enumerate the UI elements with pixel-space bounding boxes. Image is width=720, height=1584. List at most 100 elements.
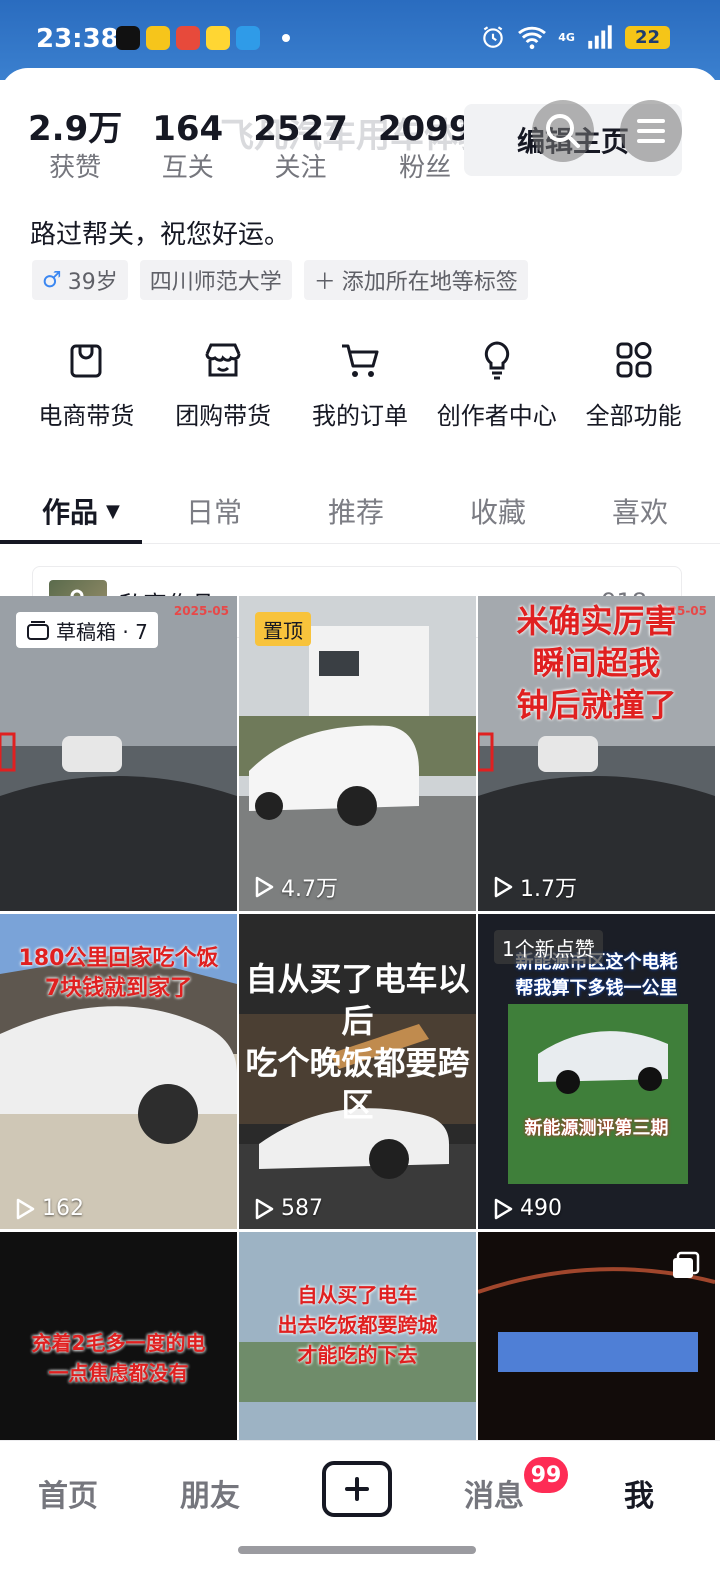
app-notification-icon: [176, 26, 200, 50]
app-notification-icon: [146, 26, 170, 50]
stat-label: 粉丝: [399, 153, 452, 183]
tab-favorites[interactable]: 收藏: [470, 478, 526, 544]
messages-badge: 99: [524, 1457, 568, 1493]
feature-creator-center[interactable]: 创作者中心: [428, 338, 565, 431]
home-indicator: [238, 1546, 476, 1554]
grid-apps-icon: [616, 342, 652, 378]
view-count: 587: [253, 1196, 323, 1221]
tiktok-icon: [116, 26, 140, 50]
status-right: 4G 22: [480, 24, 670, 50]
nav-home[interactable]: 首页: [38, 1471, 98, 1515]
tab-label: 收藏: [470, 496, 527, 529]
lightbulb-icon: [484, 341, 509, 380]
profile-bio: 路过帮关，祝您好运。: [30, 220, 291, 250]
video-caption: 自从买了电车以后 吃个晚饭都要跨区: [245, 960, 470, 1124]
cart-icon: [341, 344, 379, 377]
drafts-badge[interactable]: 草稿箱 · 7: [16, 612, 158, 648]
app-notification-icon: [206, 26, 230, 50]
new-like-badge: 1个新点赞: [494, 930, 603, 964]
feature-group-buy[interactable]: 团购带货: [155, 338, 292, 431]
view-count-value: 4.7万: [281, 877, 338, 902]
view-count: 162: [14, 1196, 84, 1221]
alarm-icon: [483, 26, 503, 48]
profile-tags: ♂ 39岁 四川师范大学 ＋ 添加所在地等标签: [32, 260, 528, 300]
play-icon: [494, 1198, 513, 1219]
nav-friends[interactable]: 朋友: [180, 1471, 240, 1515]
view-count-value: 587: [281, 1196, 323, 1221]
battery-level: 22: [624, 25, 670, 49]
tag-school[interactable]: 四川师范大学: [139, 260, 292, 300]
feature-label: 团购带货: [175, 402, 272, 430]
tab-likes[interactable]: 喜欢: [612, 478, 668, 544]
stat-mutual[interactable]: 164 互关: [152, 108, 223, 186]
shopping-bag-icon: [70, 344, 102, 378]
stat-following[interactable]: 2527 关注: [253, 108, 348, 186]
active-tab-indicator: [0, 540, 142, 544]
stat-value: 2.9万: [28, 109, 123, 149]
tab-label: 作品: [42, 496, 99, 529]
status-time: 23:38: [36, 24, 119, 54]
video-tile[interactable]: 置顶 4.7万: [239, 596, 476, 911]
play-icon: [255, 1198, 274, 1219]
drafts-label: 草稿箱 · 7: [56, 619, 148, 644]
feature-shortcuts: 电商带货 团购带货 我的订单 创作者中心 全部功能: [18, 338, 702, 431]
play-icon: [255, 876, 274, 898]
view-count: 490: [492, 1196, 562, 1221]
video-tile[interactable]: 自从买了电车以后 吃个晚饭都要跨区 587: [239, 914, 476, 1229]
video-tile[interactable]: 180公里回家吃个饭 7块钱就到家了 162: [0, 914, 237, 1229]
video-tile[interactable]: 新能源市区这个电耗 帮我算下多钱一公里 新能源测评第三期 1个新点赞 490: [478, 914, 715, 1229]
tab-label: 日常: [186, 496, 243, 529]
video-tile[interactable]: 2025-05 草稿箱 · 7: [0, 596, 237, 911]
tab-daily[interactable]: 日常: [186, 478, 242, 544]
view-count: 1.7万: [492, 871, 577, 903]
tab-label: 喜欢: [612, 496, 669, 529]
video-date: 2025-05: [173, 604, 229, 618]
caret-down-icon: ▼: [106, 500, 120, 522]
nav-me[interactable]: 我: [624, 1471, 654, 1515]
tab-works[interactable]: 作品 ▼: [42, 478, 120, 544]
search-button[interactable]: [532, 100, 594, 162]
video-caption: 180公里回家吃个饭 7块钱就到家了: [18, 946, 219, 1001]
tag-add-label: 添加所在地等标签: [341, 270, 518, 295]
view-count-value: 1.7万: [520, 877, 577, 902]
signal-icon: [588, 25, 612, 49]
view-count-value: 162: [42, 1196, 84, 1221]
video-subcaption: 新能源测评第三期: [524, 1118, 669, 1139]
drafts-icon: [27, 621, 49, 640]
tab-recommended[interactable]: 推荐: [328, 478, 384, 544]
feature-label: 电商带货: [38, 402, 135, 430]
feature-ecommerce[interactable]: 电商带货: [18, 338, 155, 431]
tag-age-label: 39岁: [67, 270, 118, 295]
pinned-badge: 置顶: [255, 612, 311, 646]
play-icon: [494, 876, 513, 898]
multi-image-icon: [673, 1251, 700, 1278]
tag-add[interactable]: ＋ 添加所在地等标签: [303, 260, 528, 300]
stat-followers[interactable]: 2099 粉丝: [378, 108, 473, 186]
profile-stats: 2.9万 获赞 164 互关 2527 关注 2099 粉丝: [28, 108, 503, 186]
video-caption: 充着2毛多一度的电 一点焦虑都没有: [31, 1331, 206, 1385]
stat-likes[interactable]: 2.9万 获赞: [28, 108, 122, 186]
wifi-icon: [518, 26, 547, 50]
plus-icon: [345, 1477, 369, 1501]
menu-button[interactable]: [620, 100, 682, 162]
network-type: 4G: [558, 30, 575, 44]
stat-label: 关注: [274, 153, 327, 183]
tag-age[interactable]: ♂ 39岁: [32, 260, 128, 300]
storefront-icon: [205, 343, 241, 377]
app-notification-icon: [236, 26, 260, 50]
notification-icons: [116, 26, 260, 50]
hamburger-menu-icon: [637, 119, 665, 143]
search-icon: [546, 114, 580, 148]
video-caption: 自从买了电车 出去吃饭都要跨城 才能吃的下去: [277, 1283, 438, 1367]
feature-orders[interactable]: 我的订单: [292, 338, 429, 431]
video-tile[interactable]: 2025-05 米确实厉害 瞬间超我 钟后就撞了 1.7万: [478, 596, 715, 911]
plus-icon: ＋: [313, 270, 336, 295]
content-tabs: 作品 ▼ 日常 推荐 收藏 喜欢: [0, 478, 720, 544]
feature-all[interactable]: 全部功能: [565, 338, 702, 431]
create-button[interactable]: [322, 1461, 392, 1517]
stat-label: 获赞: [49, 153, 102, 183]
male-icon: ♂: [42, 267, 62, 293]
nav-messages[interactable]: 消息: [464, 1471, 524, 1515]
more-notifications-dot: [282, 34, 290, 42]
stat-value: 2099: [377, 109, 473, 149]
